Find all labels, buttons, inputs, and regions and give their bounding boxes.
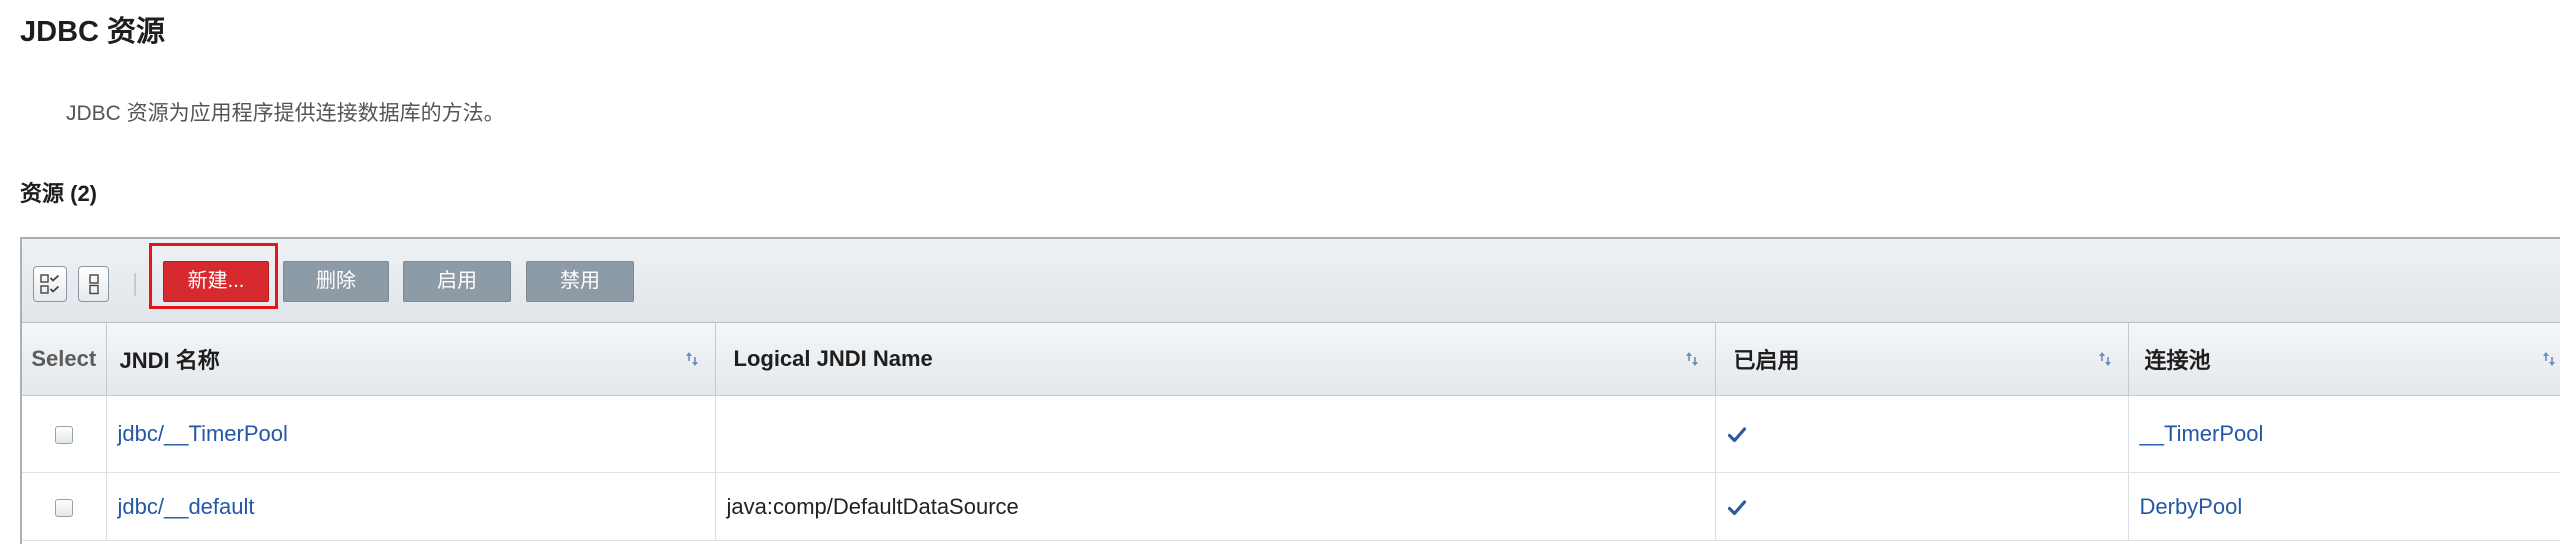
column-header-jndi-name: JNDI 名称 <box>106 323 716 396</box>
row-checkbox[interactable] <box>54 426 73 445</box>
table-header-row: Select JNDI 名称 Logical JNDI Name 已启用 连接池 <box>22 323 2560 396</box>
sort-icon[interactable] <box>685 351 699 367</box>
row-checkbox[interactable] <box>54 498 73 517</box>
sort-icon[interactable] <box>1685 351 1699 367</box>
cell-connection-pool: __TimerPool <box>2128 395 2560 473</box>
delete-button[interactable]: 删除 <box>283 261 389 302</box>
disable-button[interactable]: 禁用 <box>526 261 634 302</box>
table-row: jdbc/__default java:comp/DefaultDataSour… <box>22 472 2560 541</box>
cell-logical-jndi-name <box>715 395 1716 473</box>
jndi-name-link[interactable]: jdbc/__default <box>118 494 255 519</box>
cell-logical-jndi-name: java:comp/DefaultDataSource <box>715 472 1716 541</box>
enable-button[interactable]: 启用 <box>403 261 511 302</box>
cell-select <box>22 395 107 473</box>
column-header-logical-jndi-name: Logical JNDI Name <box>715 323 1716 396</box>
table-row: jdbc/__TimerPool __TimerPool <box>22 395 2560 473</box>
jndi-name-link[interactable]: jdbc/__TimerPool <box>118 421 288 446</box>
column-header-select: Select <box>22 323 107 396</box>
select-all-button[interactable] <box>33 266 67 302</box>
new-button[interactable]: 新建... <box>163 261 269 302</box>
column-header-label: JNDI 名称 <box>119 348 220 373</box>
deselect-all-icon <box>87 273 101 295</box>
column-header-label: Logical JNDI Name <box>733 346 933 371</box>
select-all-icon <box>39 273 61 295</box>
cell-jndi-name: jdbc/__default <box>106 472 716 541</box>
deselect-all-button[interactable] <box>78 266 109 302</box>
logical-jndi-name: java:comp/DefaultDataSource <box>726 493 1019 519</box>
resources-grid: Select JNDI 名称 Logical JNDI Name 已启用 连接池… <box>22 323 2560 541</box>
cell-jndi-name: jdbc/__TimerPool <box>106 395 716 473</box>
toolbar-separator <box>134 273 136 296</box>
column-header-enabled: 已启用 <box>1715 323 2129 396</box>
cell-connection-pool: DerbyPool <box>2128 472 2560 541</box>
resources-table: 新建... 删除 启用 禁用 Select JNDI 名称 Logical JN… <box>20 237 2560 544</box>
cell-enabled <box>1715 395 2129 473</box>
cell-select <box>22 472 107 541</box>
sort-icon[interactable] <box>2098 351 2112 367</box>
page-description: JDBC 资源为应用程序提供连接数据库的方法。 <box>66 102 505 125</box>
table-toolbar: 新建... 删除 启用 禁用 <box>22 239 2560 323</box>
check-icon <box>1727 426 1747 444</box>
cell-enabled <box>1715 472 2129 541</box>
table-title: 资源 (2) <box>20 181 98 206</box>
connection-pool-link[interactable]: __TimerPool <box>2140 421 2264 446</box>
connection-pool-link[interactable]: DerbyPool <box>2140 494 2243 519</box>
column-header-label: 连接池 <box>2144 348 2211 373</box>
sort-icon[interactable] <box>2542 351 2556 367</box>
column-header-label: Select <box>31 346 97 371</box>
column-header-label: 已启用 <box>1733 348 1800 373</box>
check-icon <box>1727 499 1747 517</box>
column-header-connection-pool: 连接池 <box>2128 323 2560 396</box>
page-title: JDBC 资源 <box>20 16 166 48</box>
